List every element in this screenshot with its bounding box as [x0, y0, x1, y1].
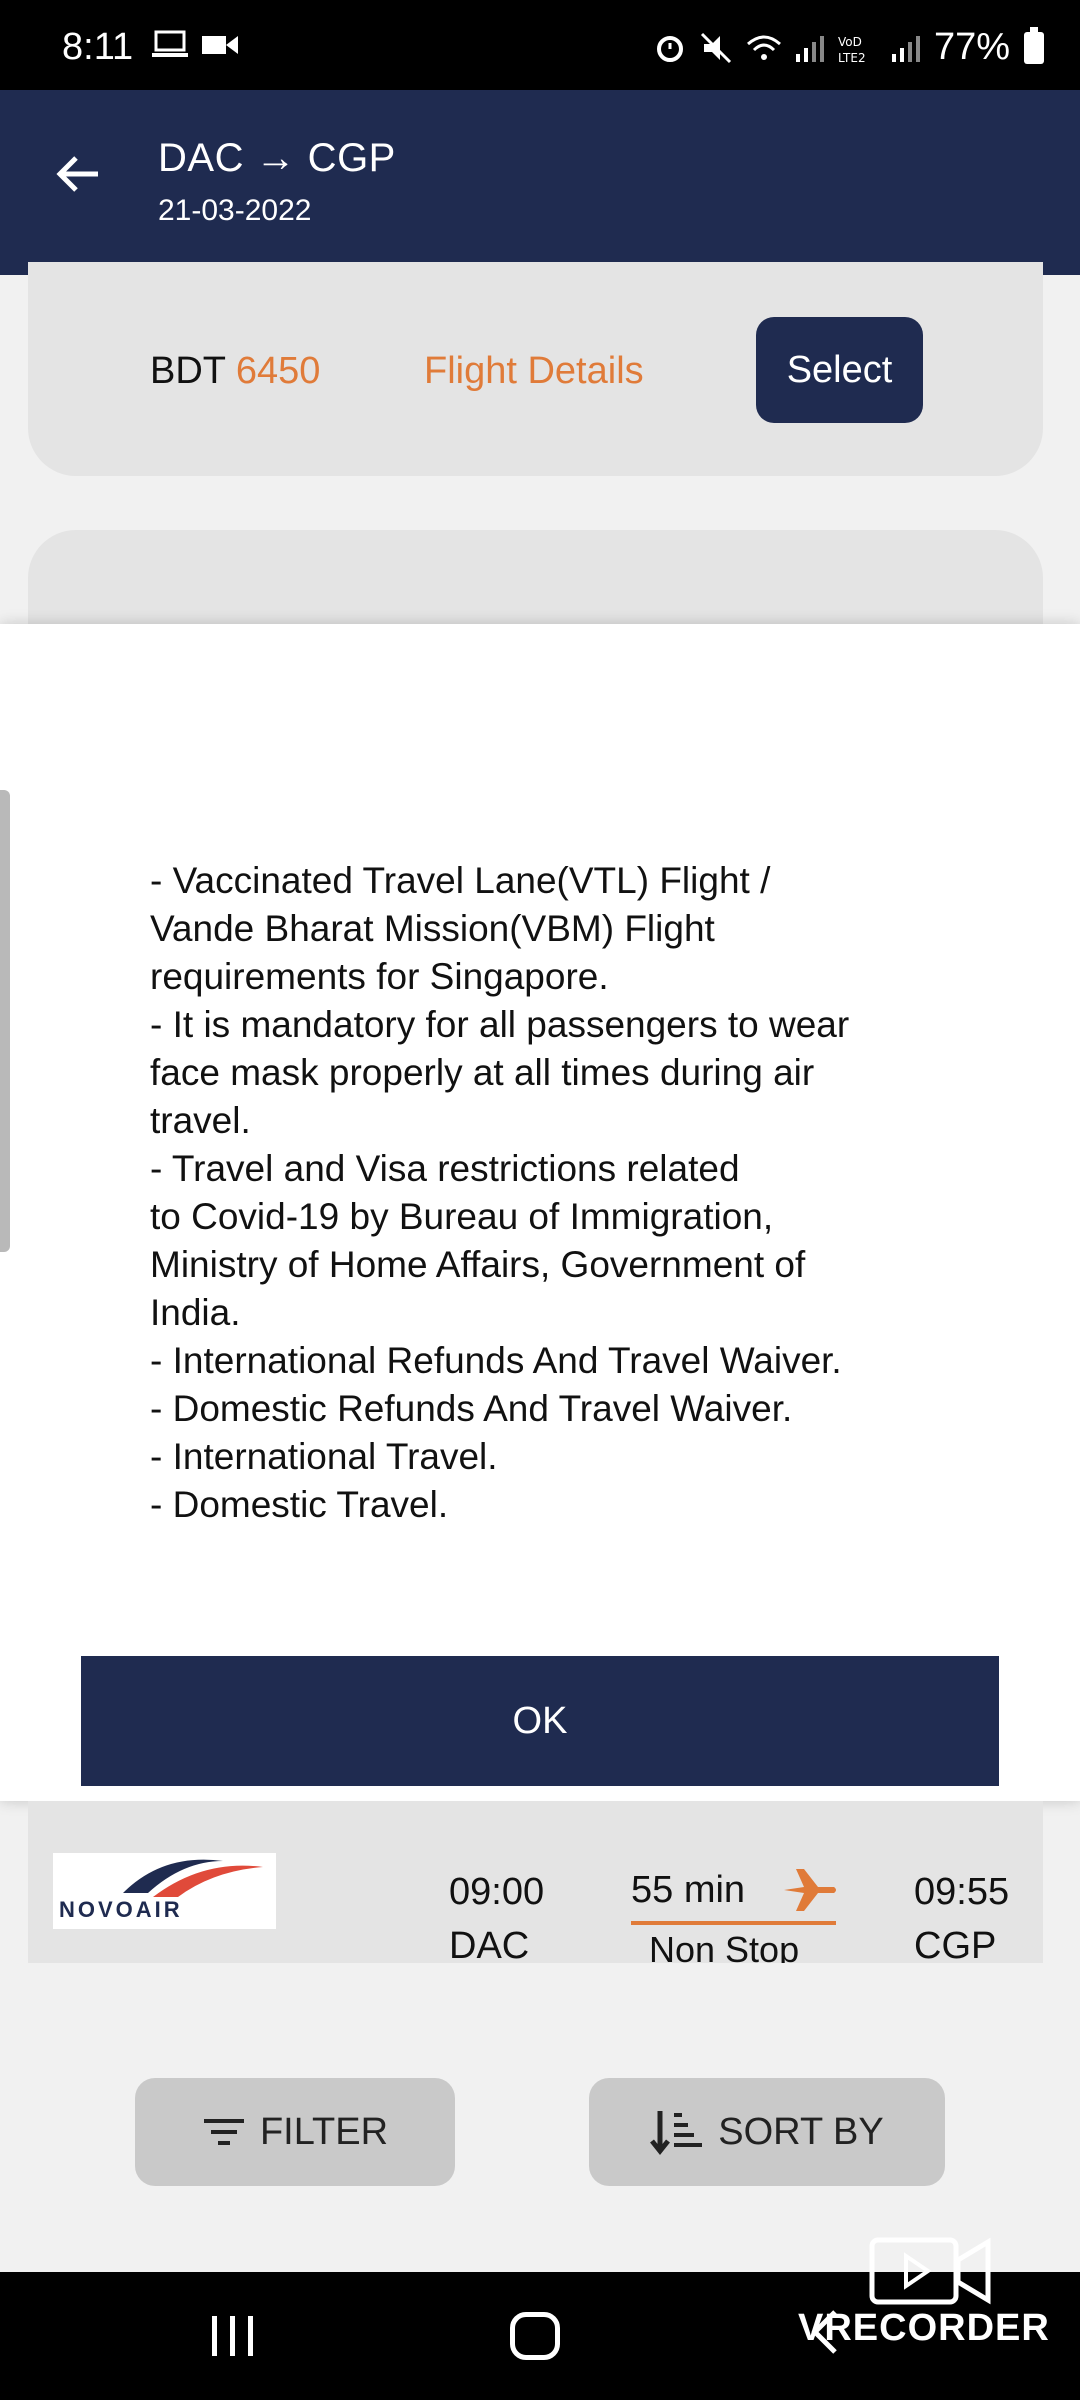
notice-dialog: - Vaccinated Travel Lane(VTL) Flight / V…	[0, 624, 1080, 1801]
filter-icon	[203, 2119, 244, 2145]
flight-details-link[interactable]: Flight Details	[424, 350, 644, 393]
price-currency: BDT	[150, 350, 226, 392]
dialog-line: India.	[150, 1292, 241, 1333]
flight-duration: 55 min	[631, 1869, 746, 1911]
sort-by-button[interactable]: SORT BY	[589, 2078, 945, 2186]
ok-button[interactable]: OK	[81, 1656, 999, 1786]
watermark-text: VRECORDER	[798, 2307, 1050, 2349]
flight-row[interactable]: NOVOAIR 09:00 DAC 55 min Non Stop 09:55 …	[28, 1801, 1043, 1963]
recorder-watermark: VRECORDER	[796, 2232, 1056, 2352]
filter-button[interactable]: FILTER	[135, 2078, 455, 2186]
dialog-line: Ministry of Home Affairs, Government of	[150, 1244, 806, 1285]
battery-percent: 77%	[933, 26, 1010, 68]
route-title: DAC → CGP	[158, 136, 396, 180]
route-date: 21-03-2022	[158, 194, 312, 227]
flight-card-top: BDT 6450 Flight Details Select	[28, 262, 1043, 476]
airline-logo: NOVOAIR	[53, 1853, 276, 1929]
dialog-line: - Travel and Visa restrictions related	[150, 1148, 740, 1189]
dialog-line: - Domestic Travel.	[150, 1484, 449, 1525]
back-arrow-icon[interactable]	[52, 144, 112, 204]
volte-icon: VoD LTE2	[838, 35, 866, 64]
dialog-line: - International Travel.	[150, 1436, 498, 1477]
laptop-icon	[152, 30, 188, 57]
status-right-icons: VoD LTE2 77%	[654, 26, 1044, 69]
filter-label: FILTER	[259, 2110, 389, 2153]
airline-name: NOVOAIR	[59, 1897, 183, 1922]
departure-time: 09:00	[449, 1871, 545, 1913]
mute-icon	[700, 32, 731, 63]
home-icon[interactable]	[510, 2312, 560, 2360]
airline-swoosh-icon	[123, 1859, 263, 1897]
departure-code: DAC	[449, 1925, 530, 1963]
stops-label: Non Stop	[649, 1929, 800, 1963]
arrival-code: CGP	[914, 1925, 997, 1963]
duration-line	[631, 1921, 836, 1925]
sort-icon	[650, 2111, 703, 2156]
dialog-line: - International Refunds And Travel Waive…	[150, 1340, 842, 1381]
dialog-line: face mask properly at all times during a…	[150, 1052, 815, 1093]
status-left-icons	[152, 30, 238, 60]
alarm-icon	[656, 35, 683, 62]
dialog-line: to Covid-19 by Bureau of Immigration,	[150, 1196, 774, 1237]
dialog-message: - Vaccinated Travel Lane(VTL) Flight / V…	[150, 857, 950, 1529]
status-time: 8:11	[62, 26, 134, 68]
app-bar: DAC → CGP 21-03-2022	[0, 90, 1080, 275]
sort-label: SORT BY	[718, 2110, 884, 2153]
recents-icon[interactable]	[210, 2312, 256, 2360]
wifi-icon	[746, 35, 781, 60]
signal-icon	[891, 35, 920, 62]
select-button[interactable]: Select	[756, 317, 923, 423]
dialog-line: Vande Bharat Mission(VBM) Flight	[150, 908, 715, 949]
svg-text:LTE2: LTE2	[838, 51, 866, 64]
arrival-time: 09:55	[914, 1871, 1010, 1913]
airplane-icon	[784, 1869, 836, 1911]
status-bar: 8:11 VoD LTE2 77%	[0, 0, 1080, 90]
dialog-line: - Domestic Refunds And Travel Waiver.	[150, 1388, 793, 1429]
dialog-line: - Vaccinated Travel Lane(VTL) Flight /	[150, 860, 771, 901]
scroll-indicator[interactable]	[0, 790, 10, 1252]
signal-icon	[795, 35, 824, 62]
recorder-icon	[869, 2237, 991, 2305]
video-icon	[202, 36, 238, 54]
battery-icon	[1024, 26, 1044, 64]
svg-text:VoD: VoD	[838, 35, 862, 49]
dialog-line: travel.	[150, 1100, 251, 1141]
dialog-line: requirements for Singapore.	[150, 956, 609, 997]
price: BDT 6450	[150, 350, 320, 393]
dialog-line: - It is mandatory for all passengers to …	[150, 1004, 850, 1045]
price-amount: 6450	[235, 350, 321, 392]
